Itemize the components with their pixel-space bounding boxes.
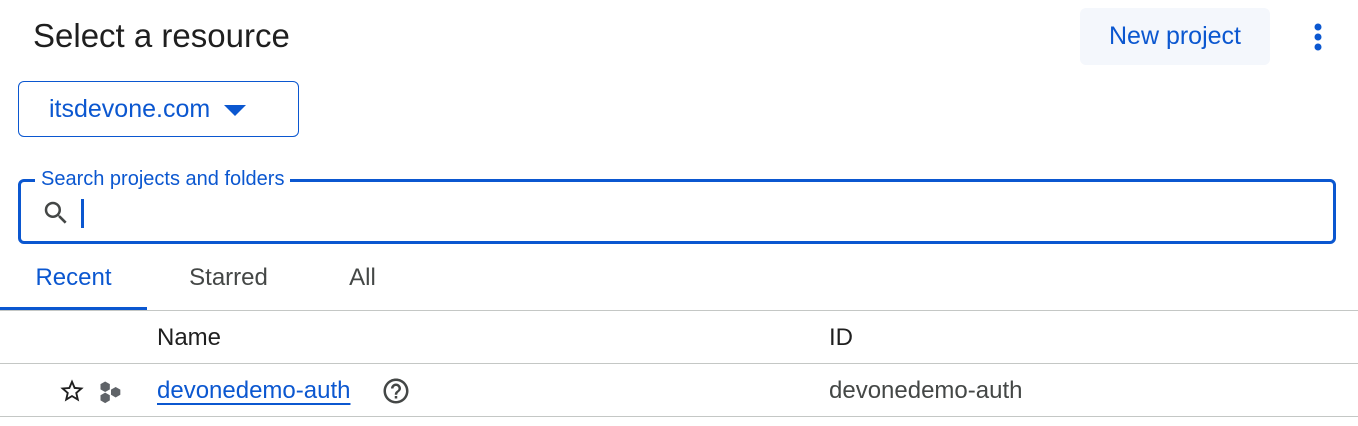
help-icon[interactable] [381,376,411,406]
search-input[interactable] [79,192,1309,232]
star-outline-icon[interactable] [58,377,86,405]
table-row-divider [0,416,1358,417]
select-resource-dialog: Select a resource New project itsdevone.… [0,0,1358,426]
dropdown-caret-icon [224,104,247,116]
project-link[interactable]: devonedemo-auth [157,376,350,406]
column-header-id: ID [829,324,853,351]
more-options-button[interactable] [1300,14,1336,60]
search-field-label: Search projects and folders [35,166,291,192]
column-header-name: Name [157,324,222,351]
text-cursor [81,199,84,228]
project-icon [100,381,121,404]
dialog-title: Select a resource [33,17,290,54]
tabs-divider [0,310,1358,311]
more-vert-icon [1314,23,1322,51]
tab-all[interactable]: All [310,248,415,308]
table-row: devonedemo-auth devonedemo-auth [0,364,1358,416]
resource-tabs: Recent Starred All [0,248,1358,311]
tab-starred[interactable]: Starred [150,248,307,308]
organization-select-value: itsdevone.com [49,94,211,123]
organization-select[interactable]: itsdevone.com [18,81,299,137]
search-icon [44,201,67,224]
new-project-button[interactable]: New project [1080,8,1270,65]
tab-recent[interactable]: Recent [0,248,147,310]
project-id: devonedemo-auth [829,377,1023,404]
search-field[interactable]: Search projects and folders [18,166,1336,244]
